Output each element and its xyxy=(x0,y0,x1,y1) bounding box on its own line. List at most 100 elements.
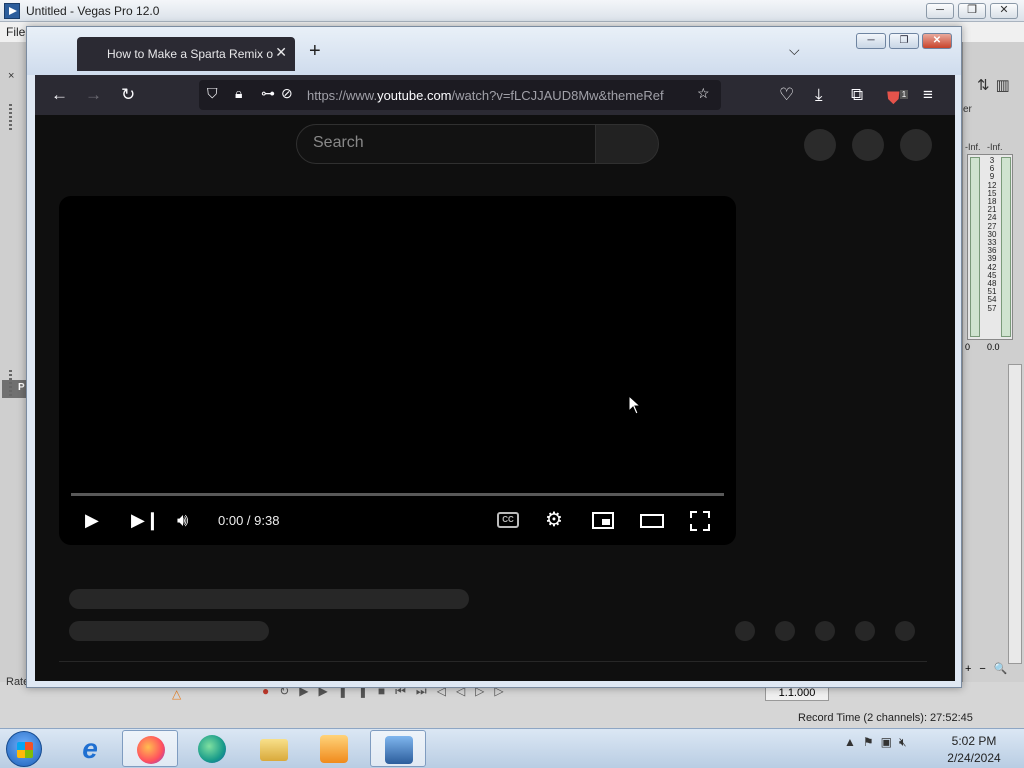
firefox-tab-strip: How to Make a Sparta Remix or ✕ + ⌵ ─ ❐ … xyxy=(27,27,961,75)
warning-icon: △ xyxy=(172,687,182,701)
notifications-icon[interactable] xyxy=(852,129,884,161)
url-text[interactable]: https://www.youtube.com/watch?v=fLCJJAUD… xyxy=(307,88,693,103)
tab-close-icon[interactable]: ✕ xyxy=(275,44,287,61)
clock-date[interactable]: 2/24/2024 xyxy=(944,751,1004,765)
start-button[interactable] xyxy=(6,731,42,767)
vegas-left-dock: × P xyxy=(0,42,27,682)
ublock-shield-icon[interactable]: ⛊ 1 xyxy=(887,85,909,109)
url-host: youtube.com xyxy=(377,88,452,103)
vegas-pro-icon xyxy=(385,736,413,764)
autoplay-blocked-icon[interactable]: ⊘ xyxy=(281,85,293,102)
firefox-minimize-button[interactable]: ─ xyxy=(856,33,886,49)
downloads-icon[interactable]: ⤓ xyxy=(815,85,823,105)
folder-icon xyxy=(260,739,288,761)
fader-value-right: 0.0 xyxy=(987,342,1000,352)
clock-time[interactable]: 5:02 PM xyxy=(944,734,1004,748)
new-tab-button[interactable]: + xyxy=(309,41,321,61)
vegas-app-icon xyxy=(4,3,20,19)
action-button-placeholder xyxy=(775,621,795,641)
meter-bar-left xyxy=(970,157,980,337)
dock-tab-button[interactable]: P xyxy=(2,380,26,398)
taskbar-edge[interactable] xyxy=(184,730,240,767)
video-player[interactable]: ▶ ▶❙ 🔊︎ 0:00 / 9:38 CC ⚙ xyxy=(59,196,736,545)
mouse-cursor-icon xyxy=(628,395,642,415)
video-time-display: 0:00 / 9:38 xyxy=(218,513,280,528)
tab-title: How to Make a Sparta Remix or xyxy=(107,47,273,61)
browser-tab-active[interactable]: How to Make a Sparta Remix or ✕ xyxy=(77,37,295,71)
back-arrow-icon[interactable]: ← xyxy=(51,85,68,105)
taskbar-file-explorer[interactable] xyxy=(246,730,302,767)
search-button[interactable] xyxy=(595,124,659,164)
meter-bar-right xyxy=(1001,157,1011,337)
youtube-page: ▶ ▶❙ 🔊︎ 0:00 / 9:38 CC ⚙ xyxy=(35,115,955,681)
zoom-controls[interactable]: +−🔍 xyxy=(965,662,1016,675)
firefox-close-button[interactable]: ✕ xyxy=(922,33,952,49)
extensions-puzzle-icon[interactable]: ⧉ xyxy=(851,85,863,105)
volume-icon[interactable]: 🔊︎ xyxy=(177,510,188,530)
mixer-label: er xyxy=(963,104,972,115)
firefox-window: How to Make a Sparta Remix or ✕ + ⌵ ─ ❐ … xyxy=(26,26,962,688)
miniplayer-icon[interactable] xyxy=(592,512,614,529)
firefox-icon xyxy=(137,736,165,764)
tracking-protection-shield-icon[interactable]: ⛉ xyxy=(207,85,218,102)
vegas-transport-bar: Rate △ ●↻▶▶❚❚■⏮⏭◁◁▷▷ 1.1.000 Record Time… xyxy=(0,676,1024,730)
dock-grip-icon[interactable] xyxy=(9,370,12,396)
forward-arrow-icon[interactable]: → xyxy=(85,85,102,105)
create-icon[interactable] xyxy=(804,129,836,161)
action-button-placeholder xyxy=(815,621,835,641)
extension-badge: 1 xyxy=(899,90,909,99)
bookmark-star-icon[interactable]: ☆ xyxy=(697,85,710,102)
pocket-icon[interactable]: ♡ xyxy=(779,85,794,105)
play-icon[interactable]: ▶ xyxy=(85,510,99,530)
vegas-maximize-button[interactable]: ❐ xyxy=(958,3,986,19)
menu-file[interactable]: File xyxy=(6,25,25,39)
vegas-close-button[interactable]: ✕ xyxy=(990,3,1018,19)
media-player-icon xyxy=(320,735,348,763)
audio-level-meter: 3 6 9 12 15 18 21 24 27 30 33 36 39 42 45 48 51 54 57 xyxy=(967,154,1013,340)
meter-scale-tick: 57 xyxy=(987,303,997,313)
section-divider xyxy=(59,661,927,662)
taskbar-firefox[interactable] xyxy=(122,730,178,767)
vegas-minimize-button[interactable]: ─ xyxy=(926,3,954,19)
url-prefix: https://www. xyxy=(307,88,378,103)
video-title-placeholder xyxy=(69,589,469,609)
padlock-icon[interactable]: 🔒︎ xyxy=(235,85,242,102)
vegas-master-bus-panel: ⇅▥ er -Inf. -Inf. 3 6 9 12 15 18 21 24 27 30 33 36 3… xyxy=(962,42,1024,682)
windows-taskbar: e ▲⚑▣🔇︎ 5:02 PM 2/24/2024 xyxy=(0,728,1024,768)
taskbar-internet-explorer[interactable]: e xyxy=(62,730,118,767)
search-input[interactable] xyxy=(313,134,583,152)
subtitles-cc-icon[interactable]: CC xyxy=(497,512,519,528)
url-bar[interactable]: ⛉ 🔒︎ ⊶ ⊘ https://www.youtube.com/watch?v… xyxy=(199,80,721,110)
vegas-window-title: Untitled - Vegas Pro 12.0 xyxy=(26,4,160,18)
hamburger-menu-icon[interactable]: ≡ xyxy=(923,85,933,105)
taskbar-vegas-pro[interactable] xyxy=(370,730,426,767)
theater-mode-icon[interactable] xyxy=(640,514,664,528)
internet-explorer-icon: e xyxy=(82,733,98,764)
meter-peak-left: -Inf. xyxy=(965,142,981,152)
reload-icon[interactable]: ↻ xyxy=(121,85,135,105)
fullscreen-icon[interactable] xyxy=(690,511,710,531)
url-path: /watch?v=fLCJJAUD8Mw&themeRef xyxy=(451,88,664,103)
track-scrollbar[interactable] xyxy=(1008,364,1022,664)
taskbar-media-player[interactable] xyxy=(306,730,362,767)
action-button-placeholder xyxy=(895,621,915,641)
action-button-placeholder xyxy=(735,621,755,641)
list-all-tabs-chevron-icon[interactable]: ⌵ xyxy=(789,42,800,59)
system-tray-icons[interactable]: ▲⚑▣🔇︎ xyxy=(844,735,914,750)
next-video-icon[interactable]: ▶❙ xyxy=(131,510,160,530)
video-progress-bar[interactable] xyxy=(71,493,724,496)
fader-value-left: 0 xyxy=(965,342,971,352)
dock-grip-icon[interactable] xyxy=(9,104,12,130)
vegas-title-bar: Untitled - Vegas Pro 12.0 ─ ❐ ✕ xyxy=(0,0,1024,22)
firefox-navigation-toolbar: ← → ↻ ⛉ 🔒︎ ⊶ ⊘ https://www.youtube.com/w… xyxy=(35,75,955,115)
firefox-restore-button[interactable]: ❐ xyxy=(889,33,919,49)
settings-gear-icon[interactable]: ⚙ xyxy=(545,510,563,530)
dock-close-icon[interactable]: × xyxy=(8,70,14,82)
meter-peak-right: -Inf. xyxy=(987,142,1003,152)
youtube-search-box[interactable] xyxy=(296,124,596,164)
avatar[interactable] xyxy=(900,129,932,161)
action-button-placeholder xyxy=(855,621,875,641)
record-time-status: Record Time (2 channels): 27:52:45 xyxy=(798,712,973,724)
mixer-tool-icons[interactable]: ⇅▥ xyxy=(977,76,1016,94)
permissions-icon[interactable]: ⊶ xyxy=(261,85,275,102)
